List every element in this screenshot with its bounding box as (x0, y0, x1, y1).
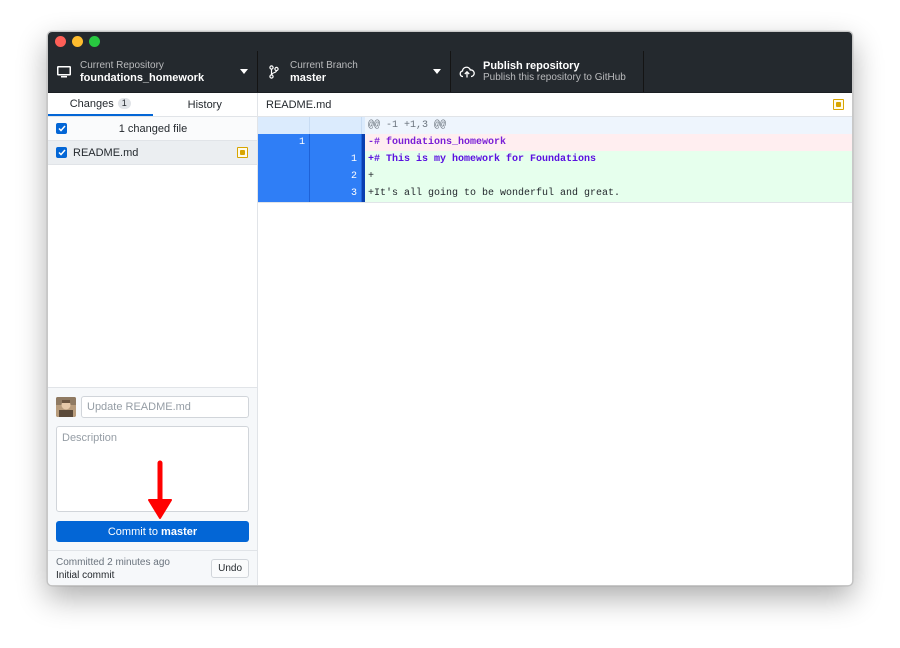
new-line-number[interactable] (310, 134, 362, 151)
file-list-empty-space (48, 165, 257, 387)
chevron-down-icon (240, 69, 248, 74)
diff-lines: @@ -1 +1,3 @@ 1 -# foundations_homework … (258, 117, 852, 203)
cloud-upload-icon (459, 64, 475, 80)
commit-button[interactable]: Commit to master (56, 521, 249, 542)
last-commit-message: Initial commit (56, 569, 115, 581)
title-bar (48, 32, 852, 51)
publish-repository-button[interactable]: Publish repository Publish this reposito… (451, 51, 644, 92)
diff-line-added[interactable]: 1 +# This is my homework for Foundations (258, 151, 852, 168)
diff-line-text: +# This is my homework for Foundations (368, 154, 597, 165)
diff-line-added[interactable]: 3 +It's all going to be wonderful and gr… (258, 185, 852, 202)
diff-panel: README.md @@ -1 +1,3 @@ 1 -# foundations… (258, 93, 852, 585)
diff-line-text: +It's all going to be wonderful and grea… (368, 188, 621, 199)
tab-changes-label: Changes (69, 97, 114, 110)
chevron-down-icon (433, 69, 441, 74)
changed-files-header: 1 changed file (48, 117, 257, 141)
minimize-window-button[interactable] (72, 36, 83, 47)
publish-repository-description: Publish this repository to GitHub (483, 71, 626, 83)
publish-repository-title: Publish repository (483, 59, 580, 72)
file-modified-icon (833, 99, 844, 110)
diff-line-added[interactable]: 2 + (258, 168, 852, 185)
file-modified-icon (237, 147, 248, 158)
old-line-number[interactable] (258, 168, 310, 185)
checkmark-icon (57, 149, 66, 156)
undo-button[interactable]: Undo (211, 559, 249, 578)
current-repository-label: Current Repository (80, 59, 164, 71)
diff-header: README.md (258, 93, 852, 117)
new-line-number (310, 117, 362, 134)
git-branch-icon (266, 64, 282, 80)
avatar (56, 397, 76, 417)
current-branch-dropdown[interactable]: Current Branch master (258, 51, 451, 92)
current-repository-name: foundations_homework (80, 71, 205, 84)
last-commit-bar: Committed 2 minutes ago Initial commit U… (48, 550, 257, 585)
old-line-number (258, 117, 310, 134)
old-line-number[interactable] (258, 151, 310, 168)
changed-file-item[interactable]: README.md (48, 141, 257, 165)
commit-button-prefix: Commit to (107, 525, 162, 538)
toolbar: Current Repository foundations_homework … (48, 51, 852, 93)
changed-file-name: README.md (73, 146, 139, 159)
commit-message-area: Commit to master (48, 387, 257, 550)
tab-history[interactable]: History (153, 93, 258, 116)
current-repository-dropdown[interactable]: Current Repository foundations_homework (48, 51, 258, 92)
app-window: Current Repository foundations_homework … (47, 31, 853, 586)
diff-hunk-header: @@ -1 +1,3 @@ (258, 117, 852, 134)
main-area: Changes 1 History 1 changed file README.… (48, 93, 852, 585)
current-branch-label: Current Branch (290, 59, 358, 71)
current-branch-name: master (290, 71, 327, 84)
tab-changes[interactable]: Changes 1 (48, 93, 153, 116)
tab-history-label: History (187, 98, 222, 111)
annotation-arrow-icon (148, 460, 172, 519)
commit-summary-input[interactable] (81, 396, 249, 418)
checkmark-icon (57, 125, 66, 132)
zoom-window-button[interactable] (89, 36, 100, 47)
last-commit-time: Committed 2 minutes ago (56, 556, 170, 568)
diff-line-text: @@ -1 +1,3 @@ (368, 120, 447, 131)
monitor-icon (56, 64, 72, 80)
changes-count-badge: 1 (117, 98, 131, 109)
select-all-checkbox[interactable] (56, 123, 67, 134)
new-line-number[interactable]: 2 (310, 168, 362, 185)
file-include-checkbox[interactable] (56, 147, 67, 158)
diff-line-text: -# foundations_homework (368, 137, 507, 148)
diff-file-name: README.md (266, 98, 332, 111)
old-line-number[interactable]: 1 (258, 134, 310, 151)
changed-files-count: 1 changed file (118, 122, 188, 135)
commit-button-branch: master (161, 525, 198, 538)
diff-line-deleted[interactable]: 1 -# foundations_homework (258, 134, 852, 151)
new-line-number[interactable]: 3 (310, 185, 362, 202)
diff-line-text: + (368, 171, 375, 182)
close-window-button[interactable] (55, 36, 66, 47)
sidebar: Changes 1 History 1 changed file README.… (48, 93, 258, 585)
new-line-number[interactable]: 1 (310, 151, 362, 168)
old-line-number[interactable] (258, 185, 310, 202)
sidebar-tabs: Changes 1 History (48, 93, 257, 117)
